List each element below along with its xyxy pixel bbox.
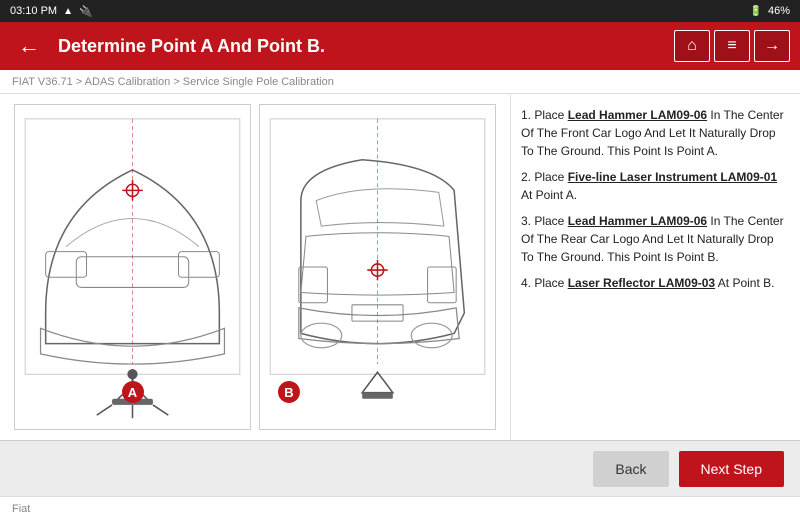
breadcrumb: FIAT V36.71 > ADAS Calibration > Service…: [0, 70, 800, 94]
instruction-step2: 2. Place Five-line Laser Instrument LAM0…: [521, 168, 786, 204]
main-content: A: [0, 94, 800, 440]
header: ← Determine Point A And Point B. ⌂ ≡ →: [0, 22, 800, 70]
instructions-section: 1. Place Lead Hammer LAM09-06 In The Cen…: [510, 94, 800, 440]
badge-a: A: [122, 381, 144, 403]
forward-button[interactable]: →: [754, 30, 790, 62]
wifi-icon: [63, 5, 73, 17]
step4-link: Laser Reflector LAM09-03: [568, 276, 715, 290]
battery-icon: 🔋: [750, 6, 762, 17]
brand-label: Fiat: [12, 503, 30, 515]
step1-link: Lead Hammer LAM09-06: [568, 108, 707, 122]
usb-icon: 🔌: [79, 5, 93, 18]
step2-link: Five-line Laser Instrument LAM09-01: [568, 170, 777, 184]
diagram-point-a: A: [14, 104, 251, 430]
diagrams-section: A: [0, 94, 510, 440]
instruction-step4: 4. Place Laser Reflector LAM09-03 At Poi…: [521, 274, 786, 292]
back-button[interactable]: Back: [593, 451, 668, 487]
breadcrumb-text: FIAT V36.71 > ADAS Calibration > Service…: [12, 76, 334, 88]
bottom-bar: Back Next Step: [0, 440, 800, 496]
time-display: 03:10 PM: [10, 5, 57, 17]
step3-link: Lead Hammer LAM09-06: [568, 214, 707, 228]
instruction-step3: 3. Place Lead Hammer LAM09-06 In The Cen…: [521, 212, 786, 266]
header-back-button[interactable]: ←: [10, 29, 48, 63]
battery-level: 46%: [768, 5, 790, 17]
status-bar: 03:10 PM 🔌 🔋 46%: [0, 0, 800, 22]
next-step-button[interactable]: Next Step: [679, 451, 784, 487]
badge-b: B: [278, 381, 300, 403]
diagram-point-b: B: [259, 104, 496, 430]
header-icons: ⌂ ≡ →: [674, 30, 790, 62]
status-right: 🔋 46%: [750, 5, 790, 17]
status-left: 03:10 PM 🔌: [10, 5, 93, 18]
page-title: Determine Point A And Point B.: [58, 36, 664, 57]
doc-button[interactable]: ≡: [714, 30, 750, 62]
instruction-step1: 1. Place Lead Hammer LAM09-06 In The Cen…: [521, 106, 786, 160]
home-button[interactable]: ⌂: [674, 30, 710, 62]
